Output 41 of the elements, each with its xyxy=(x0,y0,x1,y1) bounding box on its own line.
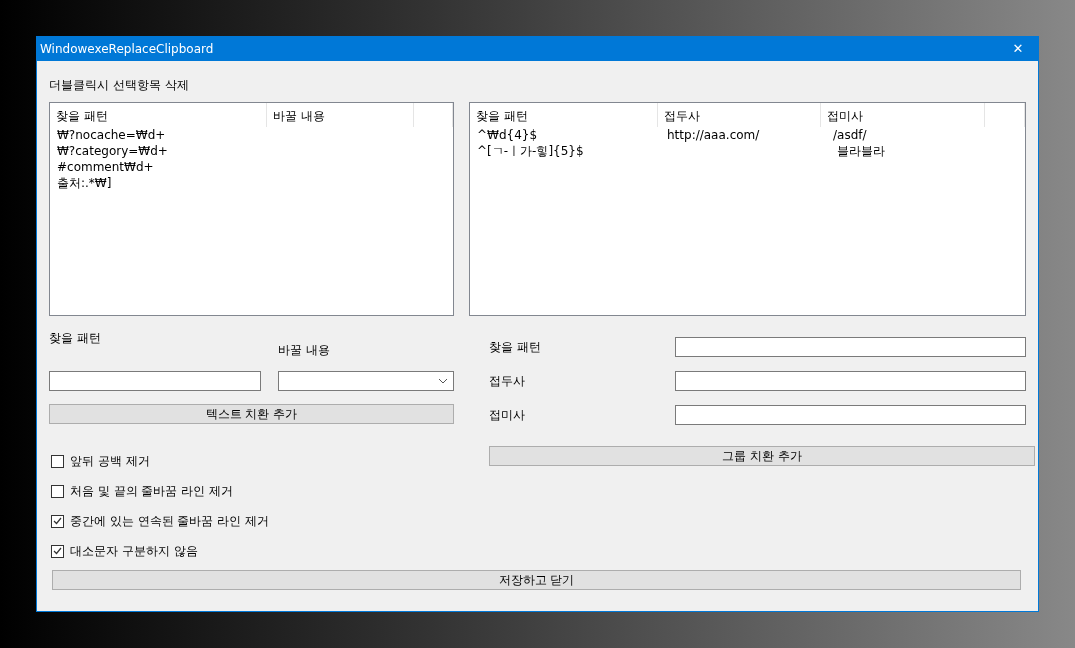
field-label: 찾을 패턴 xyxy=(488,339,542,356)
column-header: 바꿀 내용 xyxy=(266,103,414,127)
window-title: WindowexeReplaceClipboard xyxy=(40,41,214,58)
group-replace-list[interactable]: 찾을 패턴 접두사 접미사 ^₩d{4}$ http://aaa.com/ /asdf/ ^[ㄱ-ㅣ가-힣]{5}$ 블라블라 xyxy=(469,102,1026,316)
close-button[interactable]: ✕ xyxy=(998,37,1038,61)
hint-text: 더블클릭시 선택항목 삭제 xyxy=(49,78,189,92)
list-cell-text: ^₩d{4}$ xyxy=(476,127,539,143)
column-header: 접미사 xyxy=(821,103,986,127)
column-header: 찾을 패턴 xyxy=(50,103,267,127)
list-cell-text: #comment₩d+ xyxy=(56,159,155,175)
chevron-down-icon xyxy=(438,378,448,384)
field-label: 찾을 패턴 xyxy=(49,331,101,345)
list-cell-text: 블라블라 xyxy=(835,143,886,159)
option-label: 중간에 있는 연속된 줄바꿈 라인 제거 xyxy=(70,513,270,530)
option-label: 처음 및 끝의 줄바꿈 라인 제거 xyxy=(70,483,234,500)
field-label: 접미사 xyxy=(488,407,526,424)
field-label: 접두사 xyxy=(488,373,526,390)
pattern-input[interactable] xyxy=(49,371,261,391)
checkbox[interactable] xyxy=(51,484,64,498)
option-label: 앞뒤 공백 제거 xyxy=(70,453,150,470)
list-cell-text: /asdf/ xyxy=(832,127,868,143)
checkbox[interactable] xyxy=(51,544,64,558)
column-header: 찾을 패턴 xyxy=(470,103,658,127)
text-input[interactable] xyxy=(675,371,1026,391)
option-label: 대소문자 구분하지 않음 xyxy=(70,543,198,560)
text-input[interactable] xyxy=(675,337,1026,357)
add-text-replace-button[interactable]: 텍스트 치환 추가 xyxy=(49,404,454,424)
checkbox[interactable] xyxy=(51,454,64,468)
text-replace-list[interactable]: 찾을 패턴 바꿀 내용 ₩?nocache=₩d+ ₩?category=₩d+ #comment₩d+ 출처:.*₩] xyxy=(49,102,454,316)
list-cell-text: ₩?nocache=₩d+ xyxy=(56,127,167,143)
text-input[interactable] xyxy=(675,405,1026,425)
column-header: 접두사 xyxy=(657,103,822,127)
field-label: 바꿀 내용 xyxy=(278,343,330,357)
add-group-replace-button[interactable]: 그룹 치환 추가 xyxy=(489,446,1035,466)
list-cell-text: ₩?category=₩d+ xyxy=(56,143,169,159)
list-cell-text: http://aaa.com/ xyxy=(666,127,761,143)
checkbox[interactable] xyxy=(51,514,64,528)
list-cell-text: ^[ㄱ-ㅣ가-힣]{5}$ xyxy=(476,143,585,159)
save-and-close-button[interactable]: 저장하고 닫기 xyxy=(52,570,1021,590)
replace-dropdown[interactable] xyxy=(278,371,454,391)
list-cell-text: 출처:.*₩] xyxy=(56,175,113,191)
